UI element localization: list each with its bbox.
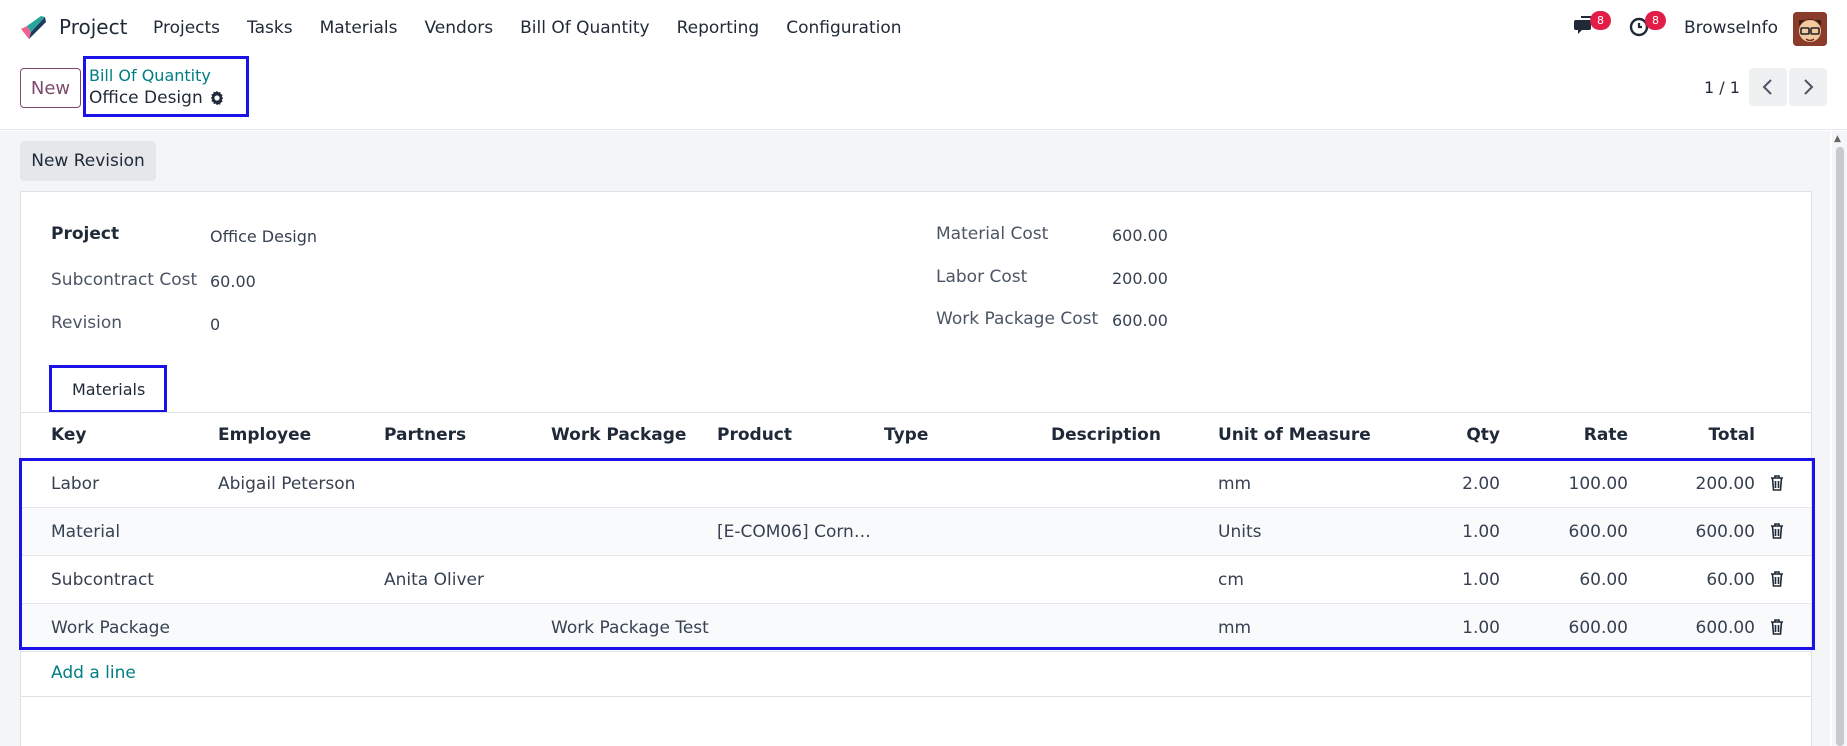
app-logo-icon[interactable]: [18, 14, 48, 44]
cell-total: 600.00: [1695, 618, 1755, 638]
menu-bill-of-quantity[interactable]: Bill Of Quantity: [520, 18, 649, 38]
labor-cost-label: Labor Cost: [936, 267, 1028, 287]
chevron-right-icon: [1804, 79, 1814, 95]
chevron-left-icon: [1762, 79, 1772, 95]
menu-projects[interactable]: Projects: [153, 18, 220, 38]
cell-qty[interactable]: 1.00: [1400, 570, 1500, 590]
record-title: Office Design: [89, 88, 203, 108]
cell-employee[interactable]: Abigail Peterson: [218, 474, 355, 494]
table-row[interactable]: Labor Abigail Peterson mm 2.00 100.00 20…: [21, 460, 1811, 508]
cell-qty[interactable]: 1.00: [1400, 522, 1500, 542]
column-header-rate[interactable]: Rate: [1528, 425, 1628, 445]
new-button[interactable]: New: [20, 68, 81, 108]
cell-key[interactable]: Work Package: [51, 618, 170, 638]
pager-value[interactable]: 1 / 1: [1704, 78, 1740, 97]
main-menu: Projects Tasks Materials Vendors Bill Of…: [153, 18, 929, 38]
activities-button[interactable]: 8: [1628, 11, 1666, 43]
work-package-cost-field[interactable]: 600.00: [1112, 311, 1168, 330]
pager-next-button[interactable]: [1789, 68, 1827, 106]
revision-field[interactable]: 0: [210, 315, 220, 334]
cell-total: 60.00: [1706, 570, 1755, 590]
top-navbar: Project Projects Tasks Materials Vendors…: [0, 0, 1847, 58]
material-cost-field[interactable]: 600.00: [1112, 226, 1168, 245]
activities-badge: 8: [1645, 11, 1666, 30]
column-header-description[interactable]: Description: [1051, 425, 1161, 445]
project-field[interactable]: Office Design: [210, 227, 317, 246]
table-row[interactable]: Material [E-COM06] Corn… Units 1.00 600.…: [21, 508, 1811, 556]
cell-uom[interactable]: mm: [1218, 618, 1251, 638]
cell-rate[interactable]: 600.00: [1528, 618, 1628, 638]
column-header-key[interactable]: Key: [51, 425, 87, 445]
control-panel: New Bill Of Quantity Office Design 1 / 1: [0, 56, 1847, 130]
cell-work-package[interactable]: Work Package Test: [551, 618, 709, 638]
revision-label: Revision: [51, 313, 123, 333]
cell-qty[interactable]: 2.00: [1400, 474, 1500, 494]
column-header-work-package[interactable]: Work Package: [551, 425, 686, 445]
messages-badge: 8: [1590, 11, 1611, 30]
menu-materials[interactable]: Materials: [320, 18, 398, 38]
menu-vendors[interactable]: Vendors: [425, 18, 494, 38]
add-line-link[interactable]: Add a line: [51, 663, 136, 683]
menu-configuration[interactable]: Configuration: [786, 18, 901, 38]
tab-divider: [21, 412, 1811, 413]
user-name[interactable]: BrowseInfo: [1684, 18, 1778, 38]
column-header-unit-of-measure[interactable]: Unit of Measure: [1218, 425, 1371, 445]
trash-icon[interactable]: [1770, 523, 1784, 539]
new-revision-button[interactable]: New Revision: [20, 141, 156, 181]
scrollbar-thumb[interactable]: [1836, 147, 1844, 746]
subcontract-cost-field[interactable]: 60.00: [210, 272, 256, 291]
breadcrumb-current: Office Design: [89, 88, 225, 108]
material-cost-label: Material Cost: [936, 224, 1049, 244]
work-package-cost-label: Work Package Cost: [936, 309, 1099, 329]
cell-key[interactable]: Subcontract: [51, 570, 154, 590]
pager-previous-button[interactable]: [1749, 68, 1787, 106]
cell-total: 600.00: [1695, 522, 1755, 542]
cell-rate[interactable]: 100.00: [1528, 474, 1628, 494]
menu-reporting[interactable]: Reporting: [677, 18, 760, 38]
cell-rate[interactable]: 600.00: [1528, 522, 1628, 542]
trash-icon[interactable]: [1770, 571, 1784, 587]
column-header-product[interactable]: Product: [717, 425, 792, 445]
project-label: Project: [51, 224, 120, 244]
trash-icon[interactable]: [1770, 619, 1784, 635]
cell-uom[interactable]: Units: [1218, 522, 1261, 542]
cell-uom[interactable]: mm: [1218, 474, 1251, 494]
table-row[interactable]: Subcontract Anita Oliver cm 1.00 60.00 6…: [21, 556, 1811, 604]
column-header-partners[interactable]: Partners: [384, 425, 466, 445]
cell-total: 200.00: [1695, 474, 1755, 494]
cell-key[interactable]: Labor: [51, 474, 99, 494]
cell-uom[interactable]: cm: [1218, 570, 1244, 590]
scroll-up-arrow[interactable]: ▲: [1834, 134, 1841, 144]
breadcrumb-parent-link[interactable]: Bill Of Quantity: [89, 66, 211, 85]
menu-tasks[interactable]: Tasks: [247, 18, 293, 38]
column-header-qty[interactable]: Qty: [1400, 425, 1500, 445]
table-row[interactable]: Work Package Work Package Test mm 1.00 6…: [21, 604, 1811, 652]
tab-materials-label: Materials: [72, 380, 146, 399]
avatar-image: [1793, 12, 1827, 46]
messages-button[interactable]: 8: [1573, 11, 1611, 43]
cell-rate[interactable]: 60.00: [1528, 570, 1628, 590]
cell-partners[interactable]: Anita Oliver: [384, 570, 484, 590]
trash-icon[interactable]: [1770, 475, 1784, 491]
app-title[interactable]: Project: [59, 15, 127, 39]
subcontract-cost-label: Subcontract Cost: [51, 270, 198, 290]
table-bottom-divider: [21, 696, 1811, 697]
column-header-employee[interactable]: Employee: [218, 425, 311, 445]
gear-icon[interactable]: [209, 90, 225, 106]
table-header-divider: [21, 458, 1811, 459]
labor-cost-field[interactable]: 200.00: [1112, 269, 1168, 288]
avatar[interactable]: [1793, 12, 1827, 46]
column-header-type[interactable]: Type: [884, 425, 928, 445]
column-header-total[interactable]: Total: [1655, 425, 1755, 445]
cell-key[interactable]: Material: [51, 522, 120, 542]
cell-qty[interactable]: 1.00: [1400, 618, 1500, 638]
cell-product[interactable]: [E-COM06] Corn…: [717, 522, 871, 542]
